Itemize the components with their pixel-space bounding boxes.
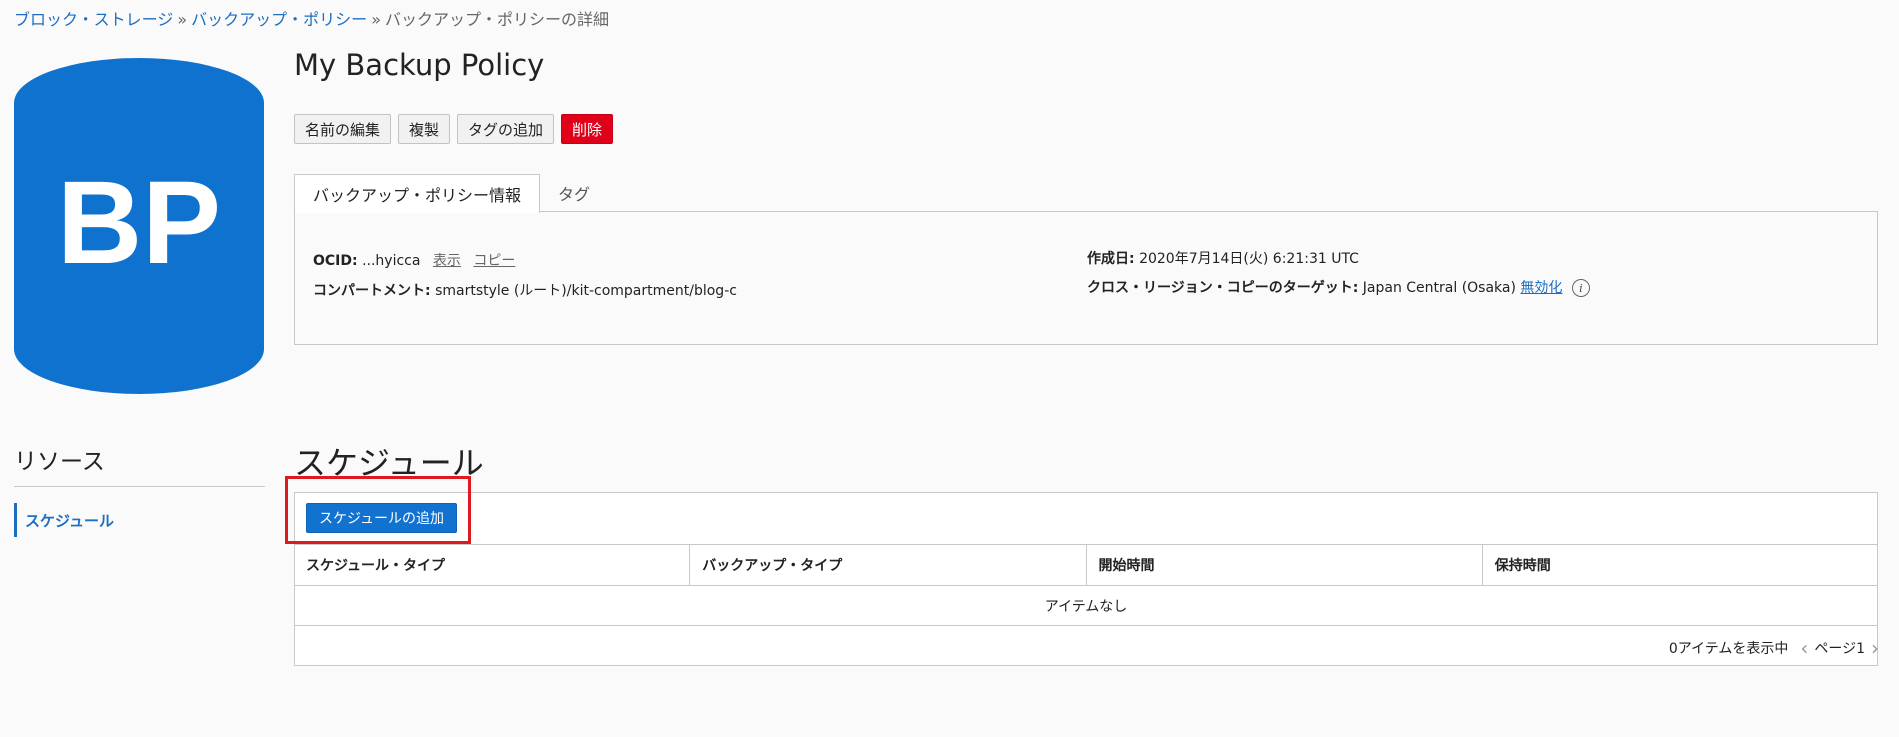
page-number: ページ1 [1814, 641, 1865, 657]
compartment-row: コンパートメント: smartstyle (ルート)/kit-compartme… [313, 280, 737, 300]
tab-policy-info[interactable]: バックアップ・ポリシー情報 [294, 174, 541, 213]
breadcrumb-backup-policies[interactable]: バックアップ・ポリシー [191, 10, 367, 29]
backup-policy-icon: BP [14, 58, 264, 394]
sidebar-item-schedule[interactable]: スケジュール [14, 503, 114, 537]
chevron-left-icon[interactable]: ‹ [1800, 636, 1808, 660]
breadcrumb: ブロック・ストレージ» バックアップ・ポリシー» バックアップ・ポリシーの詳細 [14, 6, 609, 30]
breadcrumb-separator: » [371, 10, 381, 29]
copy-ocid-link[interactable]: コピー [473, 253, 515, 269]
cross-region-row: クロス・リージョン・コピーのターゲット: Japan Central (Osak… [1087, 277, 1590, 297]
breadcrumb-current: バックアップ・ポリシーの詳細 [384, 10, 609, 29]
page-title: My Backup Policy [294, 48, 545, 82]
breadcrumb-separator: » [177, 10, 188, 29]
created-label: 作成日: [1087, 251, 1135, 267]
breadcrumb-block-storage[interactable]: ブロック・ストレージ [14, 10, 173, 29]
column-header-retention[interactable]: 保持時間 [1483, 545, 1878, 585]
cross-region-label: クロス・リージョン・コピーのターゲット: [1087, 280, 1359, 296]
ocid-label: OCID: [313, 253, 358, 269]
cross-region-value: Japan Central (Osaka) [1362, 280, 1516, 296]
highlight-box [285, 476, 471, 544]
column-header-schedule-type[interactable]: スケジュール・タイプ [294, 545, 691, 585]
add-tag-button[interactable]: タグの追加 [457, 114, 555, 144]
resources-title: リソース [14, 449, 105, 475]
info-icon[interactable]: i [1571, 279, 1590, 297]
policy-info-panel: OCID: ...hyicca 表示 コピー コンパートメント: smartst… [294, 211, 1878, 345]
tab-tags[interactable]: タグ [540, 174, 608, 212]
empty-table-message: アイテムなし [294, 586, 1878, 626]
schedule-table-header: スケジュール・タイプ バックアップ・タイプ 開始時間 保持時間 [294, 544, 1878, 586]
column-header-start-time[interactable]: 開始時間 [1087, 545, 1483, 585]
pagination: 0アイテムを表示中 ‹ ページ1 › [1669, 636, 1879, 660]
show-ocid-link[interactable]: 表示 [433, 253, 461, 269]
created-value: 2020年7月14日(火) 6:21:31 UTC [1139, 251, 1359, 267]
disable-link[interactable]: 無効化 [1520, 280, 1562, 296]
item-count: 0アイテムを表示中 [1668, 641, 1789, 657]
icon-letters: BP [57, 157, 221, 289]
action-toolbar: 名前の編集 複製 タグの追加 削除 [294, 114, 614, 144]
delete-button[interactable]: 削除 [561, 114, 614, 144]
resources-divider [14, 486, 265, 487]
created-row: 作成日: 2020年7月14日(火) 6:21:31 UTC [1087, 248, 1359, 268]
rename-button[interactable]: 名前の編集 [294, 114, 392, 144]
compartment-label: コンパートメント: [313, 283, 431, 299]
duplicate-button[interactable]: 複製 [398, 114, 451, 144]
column-header-backup-type[interactable]: バックアップ・タイプ [690, 545, 1087, 585]
chevron-right-icon[interactable]: › [1871, 636, 1879, 660]
ocid-value: ...hyicca [362, 253, 421, 269]
compartment-value: smartstyle (ルート)/kit-compartment/blog-c [435, 283, 737, 299]
detail-tabs: バックアップ・ポリシー情報 タグ [294, 174, 608, 213]
ocid-row: OCID: ...hyicca 表示 コピー [313, 250, 515, 270]
